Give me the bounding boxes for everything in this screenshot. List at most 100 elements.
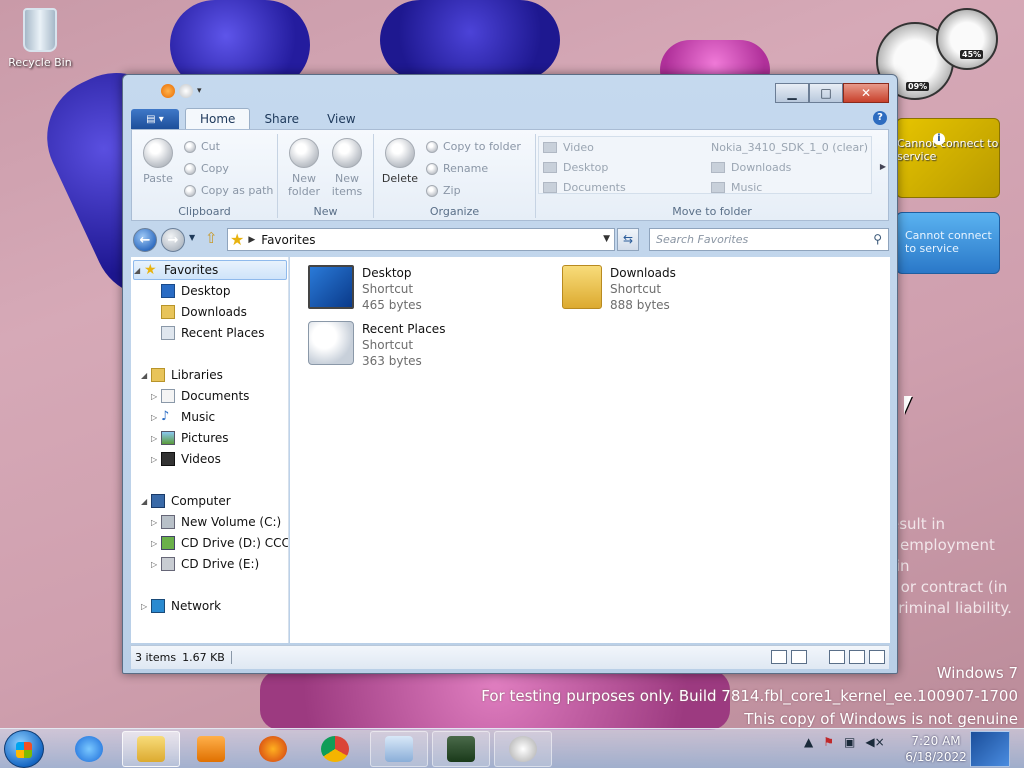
- file-item-downloads[interactable]: Downloads Shortcut 888 bytes: [562, 265, 676, 313]
- forward-arrow-icon: →: [167, 232, 179, 248]
- volume-icon[interactable]: ◀×: [865, 735, 884, 749]
- delete-button[interactable]: Delete: [378, 138, 422, 185]
- taskbar-firefox[interactable]: [244, 731, 302, 767]
- copy-button[interactable]: Copy: [184, 162, 229, 175]
- feed-gadget[interactable]: Cannot connect to service: [896, 212, 1000, 274]
- expand-icon[interactable]: ▷: [151, 560, 161, 569]
- details-pane-icon[interactable]: [849, 650, 865, 664]
- file-type: Shortcut: [362, 338, 414, 352]
- title-bar[interactable]: ▾ ▁ □ ✕: [123, 75, 897, 105]
- tab-home[interactable]: Home: [185, 108, 251, 129]
- tree-videos[interactable]: ▷ Videos: [151, 449, 221, 469]
- tree-pictures[interactable]: ▷ Pictures: [151, 428, 229, 448]
- weather-gadget[interactable]: i Cannot connect to service: [896, 118, 1000, 198]
- large-icons-view-icon[interactable]: [791, 650, 807, 664]
- taskbar-task-manager[interactable]: [432, 731, 490, 767]
- move-to-downloads[interactable]: Downloads: [711, 161, 791, 174]
- move-to-desktop[interactable]: Desktop: [543, 161, 608, 174]
- move-to-music[interactable]: Music: [711, 181, 762, 194]
- action-center-flag-icon[interactable]: ⚑: [823, 735, 834, 749]
- move-to-video[interactable]: Video: [543, 141, 594, 154]
- details-view-icon[interactable]: [771, 650, 787, 664]
- copy-as-path-button[interactable]: Copy as path: [184, 184, 273, 197]
- search-input[interactable]: Search Favorites ⚲: [649, 228, 889, 251]
- maximize-button[interactable]: □: [809, 83, 843, 103]
- tree-favorites[interactable]: ◢ ★ Favorites: [133, 260, 287, 280]
- tree-downloads[interactable]: Downloads: [161, 302, 247, 322]
- refresh-button[interactable]: ⇆: [617, 228, 639, 251]
- preview-pane-icon[interactable]: [829, 650, 845, 664]
- taskbar-control-panel[interactable]: [370, 731, 428, 767]
- navigation-pane-icon[interactable]: [869, 650, 885, 664]
- move-to-documents[interactable]: Documents: [543, 181, 626, 194]
- taskbar-media-player[interactable]: [182, 731, 240, 767]
- clock-time: 7:20 AM: [911, 734, 961, 748]
- recycle-bin-desktop-icon[interactable]: Recycle Bin: [8, 8, 72, 69]
- expand-icon[interactable]: ▷: [151, 518, 161, 527]
- tree-drive-e[interactable]: ▷ CD Drive (E:): [151, 554, 259, 574]
- expand-icon[interactable]: ▷: [151, 434, 161, 443]
- move-to-nokia-sdk[interactable]: Nokia_3410_SDK_1_0 (clear): [711, 141, 868, 154]
- paste-button[interactable]: Paste: [138, 138, 178, 185]
- show-desktop-button[interactable]: [970, 731, 1010, 767]
- tree-drive-d[interactable]: ▷ CD Drive (D:) CCCOI: [151, 533, 288, 553]
- collapse-icon[interactable]: ◢: [141, 371, 151, 380]
- recent-locations-chevron-icon[interactable]: ▼: [189, 233, 195, 242]
- up-folder-icon[interactable]: ⇧: [205, 229, 218, 247]
- expand-icon[interactable]: ▷: [151, 455, 161, 464]
- tab-share[interactable]: Share: [250, 109, 313, 129]
- expand-icon[interactable]: ▷: [141, 602, 151, 611]
- rename-button[interactable]: Rename: [426, 162, 488, 175]
- help-icon[interactable]: ?: [873, 111, 887, 125]
- customize-toolbar-chevron-icon[interactable]: ▾: [197, 86, 202, 96]
- tab-view[interactable]: View: [313, 109, 369, 129]
- taskbar-gadget[interactable]: [494, 731, 552, 767]
- tree-label: Favorites: [164, 263, 219, 277]
- taskbar-explorer[interactable]: [122, 731, 180, 767]
- breadcrumb-favorites[interactable]: Favorites: [261, 233, 315, 247]
- maximize-icon: □: [820, 86, 832, 100]
- address-bar[interactable]: ★ ▶ Favorites ▼: [227, 228, 615, 251]
- address-dropdown-icon[interactable]: ▼: [603, 234, 610, 244]
- show-hidden-icons-icon[interactable]: ▲: [804, 735, 813, 749]
- control-panel-icon: [385, 736, 413, 762]
- tree-drive-c[interactable]: ▷ New Volume (C:): [151, 512, 281, 532]
- minimize-button[interactable]: ▁: [775, 83, 809, 103]
- new-folder-quick-icon[interactable]: [179, 84, 193, 98]
- tree-documents[interactable]: ▷ Documents: [151, 386, 249, 406]
- network-icon: [151, 599, 165, 613]
- folder-icon: [137, 736, 165, 762]
- network-tray-icon[interactable]: ▣: [844, 735, 855, 749]
- new-items-button[interactable]: New items: [326, 138, 368, 198]
- tree-recent-places[interactable]: Recent Places: [161, 323, 264, 343]
- expand-icon[interactable]: ▷: [151, 539, 161, 548]
- collapse-icon[interactable]: ◢: [141, 497, 151, 506]
- copy-to-folder-button[interactable]: Copy to folder: [426, 140, 521, 153]
- new-folder-button[interactable]: New folder: [284, 138, 324, 198]
- back-button[interactable]: ←: [133, 228, 157, 252]
- tree-music[interactable]: ▷ ♪ Music: [151, 407, 215, 427]
- collapse-icon[interactable]: ◢: [134, 266, 144, 275]
- tree-desktop[interactable]: Desktop: [161, 281, 231, 301]
- file-menu-button[interactable]: ▤ ▾: [131, 109, 179, 129]
- organize-group-label: Organize: [429, 205, 480, 218]
- breadcrumb-separator-icon[interactable]: ▶: [248, 235, 255, 245]
- file-item-recent-places[interactable]: Recent Places Shortcut 363 bytes: [308, 321, 445, 369]
- cut-button[interactable]: Cut: [184, 140, 220, 153]
- taskbar-internet-explorer[interactable]: [60, 731, 118, 767]
- file-item-desktop[interactable]: Desktop Shortcut 465 bytes: [308, 265, 422, 313]
- clock[interactable]: 7:20 AM 6/18/2022: [904, 733, 968, 765]
- tree-network[interactable]: ▷ Network: [141, 596, 221, 616]
- tree-libraries[interactable]: ◢ Libraries: [141, 365, 223, 385]
- organize-group: Delete Copy to folder Rename Zip Organiz…: [374, 134, 536, 218]
- taskbar-chrome[interactable]: [306, 731, 364, 767]
- start-button[interactable]: [4, 730, 44, 768]
- gallery-scroll-right-icon[interactable]: ▶: [880, 162, 886, 171]
- properties-icon[interactable]: [161, 84, 175, 98]
- zip-button[interactable]: Zip: [426, 184, 461, 197]
- forward-button[interactable]: →: [161, 228, 185, 252]
- expand-icon[interactable]: ▷: [151, 413, 161, 422]
- tree-computer[interactable]: ◢ Computer: [141, 491, 231, 511]
- expand-icon[interactable]: ▷: [151, 392, 161, 401]
- close-button[interactable]: ✕: [843, 83, 889, 103]
